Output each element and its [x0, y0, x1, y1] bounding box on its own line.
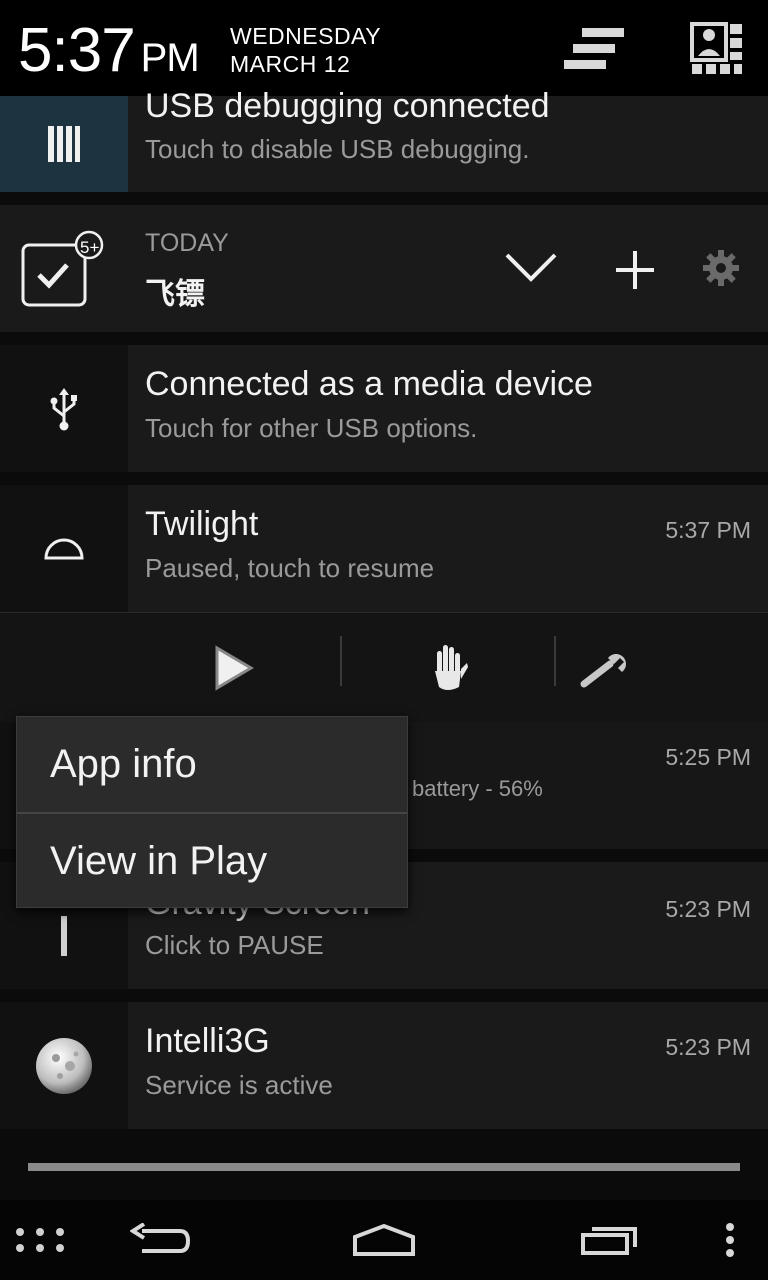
menu-item-app-info[interactable]: App info — [17, 717, 407, 812]
add-icon[interactable] — [614, 249, 656, 295]
app-drawer-button[interactable] — [0, 1200, 80, 1280]
twilight-actions — [0, 612, 768, 722]
play-icon — [215, 645, 254, 691]
action-divider — [340, 636, 342, 686]
notification-media-device[interactable]: Connected as a media device Touch for ot… — [0, 345, 768, 472]
back-icon — [130, 1223, 190, 1253]
dots-grid-icon — [16, 1228, 64, 1252]
usb-icon — [50, 387, 77, 430]
notification-time: 5:23 PM — [665, 896, 751, 922]
twilight-icon — [44, 538, 84, 559]
notification-usb-debugging[interactable]: USB debugging connected Touch to disable… — [0, 87, 768, 192]
badge-count: 5+ — [80, 238, 100, 257]
gear-icon[interactable] — [702, 249, 740, 291]
notification-header: 5:37 PM WEDNESDAY MARCH 12 — [0, 0, 768, 96]
panel-drag-handle[interactable] — [28, 1163, 740, 1171]
notification-time: 5:23 PM — [665, 1034, 751, 1060]
usb-debug-icon — [48, 126, 80, 162]
clock: 5:37 PM — [18, 16, 200, 93]
notification-title: Connected as a media device — [145, 365, 593, 403]
notification-icon-box: 5+ — [0, 205, 128, 332]
context-menu: App info View in Play — [16, 716, 408, 908]
recent-apps-button[interactable] — [560, 1200, 660, 1280]
chevron-down-icon[interactable] — [503, 249, 559, 289]
notification-title: Twilight — [145, 505, 259, 543]
clock-time: 5:37 — [18, 16, 136, 85]
notification-time: 5:37 PM — [665, 517, 751, 543]
home-button[interactable] — [334, 1200, 434, 1280]
notification-icon-box — [0, 485, 128, 612]
notification-subtitle: Click to PAUSE — [145, 930, 324, 960]
notification-subtitle: battery - 56% — [412, 776, 543, 801]
notification-title: Intelli3G — [145, 1022, 270, 1060]
notification-icon-box — [0, 345, 128, 472]
notification-intelli3g[interactable]: Intelli3G Service is active 5:23 PM — [0, 1002, 768, 1129]
date: MARCH 12 — [230, 51, 351, 77]
weekday: WEDNESDAY — [230, 23, 382, 49]
notification-title: USB debugging connected — [145, 87, 550, 125]
home-icon — [353, 1223, 415, 1256]
wrench-button[interactable] — [556, 613, 656, 723]
hand-button[interactable] — [342, 613, 554, 723]
notification-time: 5:25 PM — [665, 744, 751, 770]
globe-icon — [36, 1037, 92, 1094]
date-display[interactable]: WEDNESDAY MARCH 12 — [230, 22, 381, 78]
overflow-menu-button[interactable] — [700, 1200, 760, 1280]
play-button[interactable] — [128, 613, 340, 723]
notification-icon-box — [0, 1002, 128, 1129]
gravity-screen-icon — [61, 915, 67, 956]
notification-subtitle: Touch for other USB options. — [145, 413, 478, 443]
notification-subtitle: Paused, touch to resume — [145, 553, 435, 583]
notification-title: 飞镖 — [145, 277, 205, 312]
menu-item-view-in-play[interactable]: View in Play — [17, 814, 407, 909]
recent-apps-icon — [581, 1227, 637, 1255]
clear-all-icon[interactable] — [560, 24, 630, 74]
back-button[interactable] — [110, 1200, 210, 1280]
notification-subtitle: Service is active — [145, 1070, 333, 1100]
notification-subtitle: Touch to disable USB debugging. — [145, 134, 530, 164]
notification-icon-box — [0, 96, 128, 192]
hand-icon — [435, 645, 468, 690]
notification-today[interactable]: 5+ TODAY 飞镖 — [0, 205, 768, 332]
today-label: TODAY — [145, 229, 229, 257]
navigation-bar — [0, 1200, 768, 1280]
action-divider — [554, 636, 556, 686]
clock-ampm: PM — [140, 36, 200, 80]
wrench-icon — [580, 654, 626, 688]
more-vert-icon — [726, 1223, 734, 1257]
quick-settings-icon[interactable] — [690, 22, 744, 76]
notification-twilight[interactable]: Twilight Paused, touch to resume 5:37 PM — [0, 485, 768, 612]
